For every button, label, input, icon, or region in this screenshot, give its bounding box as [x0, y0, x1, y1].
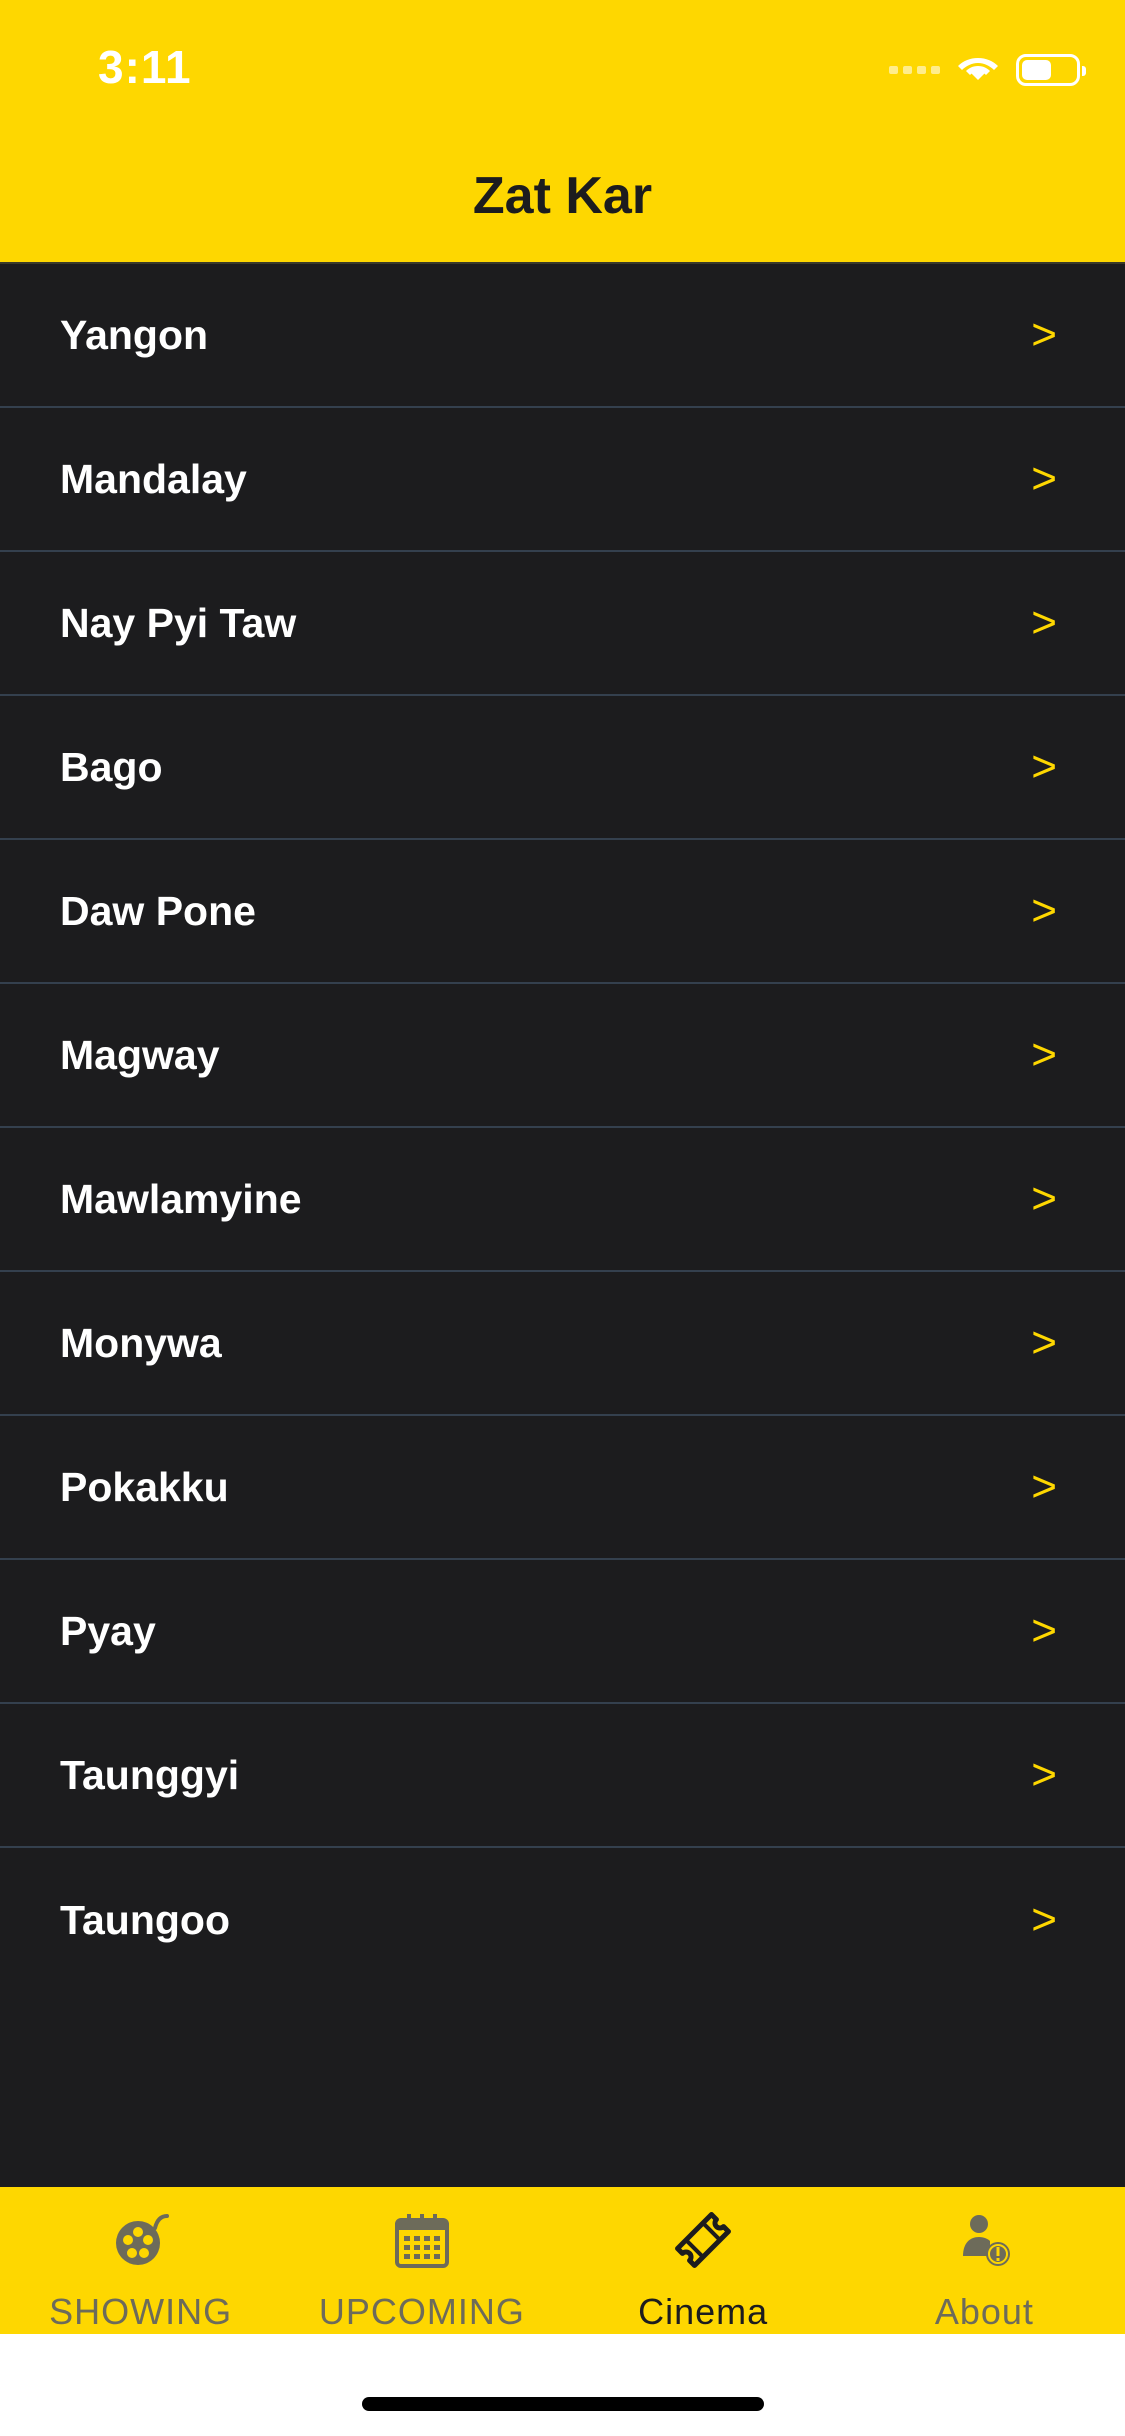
calendar-icon: [387, 2205, 457, 2275]
city-label: Pyay: [60, 1607, 156, 1654]
ticket-icon: [668, 2205, 738, 2275]
city-row-bago[interactable]: Bago >: [0, 696, 1125, 840]
chevron-right-icon: >: [1031, 886, 1057, 935]
city-row-nay-pyi-taw[interactable]: Nay Pyi Taw >: [0, 552, 1125, 696]
home-indicator[interactable]: [362, 2397, 764, 2411]
tab-label: SHOWING: [49, 2291, 233, 2332]
status-time: 3:11: [98, 41, 192, 93]
city-label: Mandalay: [60, 455, 247, 502]
chevron-right-icon: >: [1031, 310, 1057, 359]
city-row-pokakku[interactable]: Pokakku >: [0, 1416, 1125, 1560]
chevron-right-icon: >: [1031, 454, 1057, 503]
home-indicator-area: [0, 2334, 1125, 2436]
battery-icon: [1016, 53, 1086, 86]
city-row-yangon[interactable]: Yangon >: [0, 264, 1125, 408]
tab-label: Cinema: [638, 2291, 769, 2332]
tab-cinema[interactable]: Cinema: [563, 2187, 844, 2334]
chevron-right-icon: >: [1031, 742, 1057, 791]
city-label: Taungoo: [60, 1896, 231, 1943]
city-row-mandalay[interactable]: Mandalay >: [0, 408, 1125, 552]
tab-showing[interactable]: SHOWING: [0, 2187, 281, 2334]
chevron-right-icon: >: [1031, 1606, 1057, 1655]
chevron-right-icon: >: [1031, 598, 1057, 647]
app-screen: 3:11 Zat Kar Yangon > Mandalay > Nay Pyi…: [0, 0, 1125, 2436]
city-label: Daw Pone: [60, 887, 256, 934]
city-row-magway[interactable]: Magway >: [0, 984, 1125, 1128]
city-label: Yangon: [60, 311, 209, 358]
city-row-monywa[interactable]: Monywa >: [0, 1272, 1125, 1416]
tab-about[interactable]: About: [844, 2187, 1125, 2334]
city-label: Bago: [60, 743, 163, 790]
city-row-mawlamyine[interactable]: Mawlamyine >: [0, 1128, 1125, 1272]
city-label: Mawlamyine: [60, 1175, 302, 1222]
chevron-right-icon: >: [1031, 1750, 1057, 1799]
page-title: Zat Kar: [472, 167, 653, 225]
city-label: Magway: [60, 1031, 220, 1078]
city-row-taungoo[interactable]: Taungoo >: [0, 1848, 1125, 1992]
chevron-right-icon: >: [1031, 1174, 1057, 1223]
tab-label: About: [934, 2291, 1034, 2332]
city-row-daw-pone[interactable]: Daw Pone >: [0, 840, 1125, 984]
chevron-right-icon: >: [1031, 1462, 1057, 1511]
city-row-pyay[interactable]: Pyay >: [0, 1560, 1125, 1704]
city-label: Nay Pyi Taw: [60, 599, 297, 646]
chevron-right-icon: >: [1031, 1318, 1057, 1367]
wifi-icon: [956, 50, 1000, 89]
city-label: Pokakku: [60, 1463, 229, 1510]
chevron-right-icon: >: [1031, 1895, 1057, 1944]
tab-bar: SHOWING UPCOMING Cinema About: [0, 2187, 1125, 2334]
navigation-header: 3:11 Zat Kar: [0, 0, 1125, 264]
tab-label: UPCOMING: [318, 2291, 525, 2332]
city-label: Monywa: [60, 1319, 222, 1366]
city-label: Taunggyi: [60, 1751, 240, 1798]
city-list: Yangon > Mandalay > Nay Pyi Taw > Bago >…: [0, 264, 1125, 1992]
city-row-taunggyi[interactable]: Taunggyi >: [0, 1704, 1125, 1848]
status-indicators: [889, 50, 1086, 89]
user-info-icon: [949, 2205, 1019, 2275]
chevron-right-icon: >: [1031, 1030, 1057, 1079]
tab-upcoming[interactable]: UPCOMING: [281, 2187, 562, 2334]
cellular-signal-icon: [889, 65, 940, 74]
film-reel-icon: [106, 2205, 176, 2275]
